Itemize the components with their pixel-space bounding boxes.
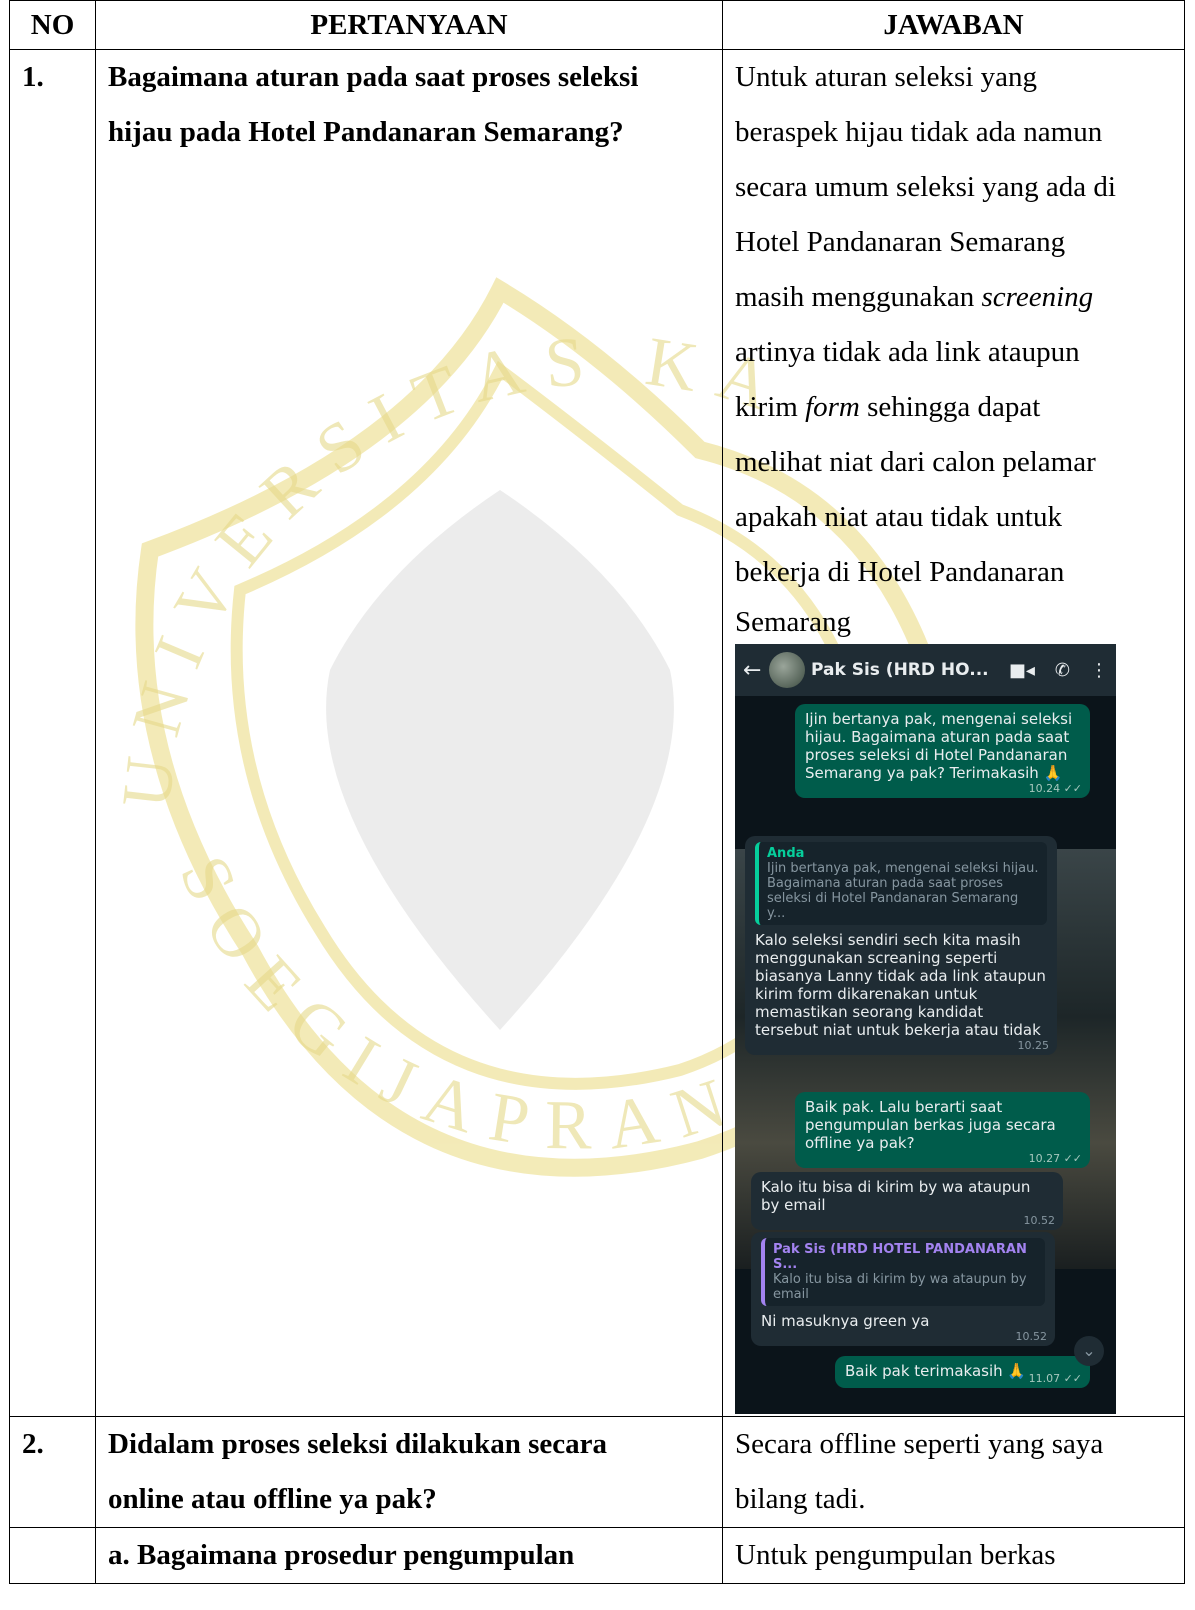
message-time: 10.24 ✓✓ — [1028, 782, 1082, 795]
message-bubble: Baik pak. Lalu berarti saat pengumpulan … — [795, 1092, 1090, 1168]
message-time: 10.52 — [1023, 1214, 1056, 1227]
message-bubble: Pak Sis (HRD HOTEL PANDANARAN S... Kalo … — [751, 1232, 1055, 1346]
answer-italic-term: form — [805, 391, 860, 423]
answer-line: Secara offline seperti yang saya — [735, 1428, 1104, 1460]
message-bubble: Anda Ijin bertanya pak, mengenai seleksi… — [745, 836, 1057, 1055]
answer-line: Hotel Pandanaran Semarang — [735, 226, 1066, 258]
answer-cell: Untuk pengumpulan berkas — [722, 1527, 1185, 1584]
answer-line: melihat niat dari calon pelamar — [735, 446, 1096, 478]
message-text: Kalo itu bisa di kirim by wa ataupun by … — [761, 1178, 1031, 1214]
header-answer: JAWABAN — [722, 0, 1185, 50]
message-text: Ijin bertanya pak, mengenai seleksi hija… — [805, 710, 1073, 782]
question-line: Didalam proses seleksi dilakukan secara — [108, 1428, 607, 1460]
table-row: a. Bagaimana prosedur pengumpulan Untuk … — [9, 1527, 1185, 1584]
header-question: PERTANYAAN — [95, 0, 723, 50]
answer-line: Semarang — [735, 606, 851, 638]
message-text: Ni masuknya green ya — [761, 1312, 930, 1330]
qa-table: NO PERTANYAAN JAWABAN 1. Bagaimana atura… — [9, 0, 1185, 1584]
scroll-down-icon[interactable]: ⌄ — [1074, 1336, 1104, 1366]
quote-author: Pak Sis (HRD HOTEL PANDANARAN S... — [773, 1242, 1027, 1272]
table-row: 1. Bagaimana aturan pada saat proses sel… — [9, 49, 1185, 1417]
quote-text: Kalo itu bisa di kirim by wa ataupun by … — [773, 1272, 1027, 1302]
row-number: 2. — [9, 1416, 96, 1528]
phone-icon: ✆ — [1054, 659, 1070, 681]
more-icon: ⋮ — [1090, 659, 1108, 681]
answer-cell: Untuk aturan seleksi yang beraspek hijau… — [722, 49, 1185, 1417]
quote-author: Anda — [767, 846, 805, 861]
answer-italic-term: screening — [981, 281, 1094, 313]
message-text: Kalo seleksi sendiri sech kita masih men… — [755, 931, 1046, 1039]
answer-line: Untuk pengumpulan berkas — [735, 1539, 1056, 1571]
answer-line: beraspek hijau tidak ada namun — [735, 116, 1103, 148]
row-number: 1. — [9, 49, 96, 1417]
question-cell: Didalam proses seleksi dilakukan secara … — [95, 1416, 723, 1528]
answer-line: secara umum seleksi yang ada di — [735, 171, 1116, 203]
message-text: Baik pak. Lalu berarti saat pengumpulan … — [805, 1098, 1056, 1152]
avatar — [769, 652, 805, 688]
message-time: 10.25 — [1017, 1039, 1050, 1052]
quoted-message: Anda Ijin bertanya pak, mengenai seleksi… — [755, 842, 1047, 925]
answer-line: Untuk aturan seleksi yang — [735, 61, 1038, 93]
answer-text: kirim — [735, 391, 806, 423]
message-bubble: Kalo itu bisa di kirim by wa ataupun by … — [751, 1172, 1063, 1230]
back-arrow-icon: ← — [743, 657, 762, 683]
answer-line: masih menggunakan screening — [735, 270, 1180, 325]
answer-line: bekerja di Hotel Pandanaran — [735, 556, 1065, 588]
sub-question-cell: a. Bagaimana prosedur pengumpulan — [95, 1527, 723, 1584]
question-cell: Bagaimana aturan pada saat proses seleks… — [95, 49, 723, 1417]
quoted-message: Pak Sis (HRD HOTEL PANDANARAN S... Kalo … — [761, 1238, 1045, 1306]
answer-cell: Secara offline seperti yang saya bilang … — [722, 1416, 1185, 1528]
header-no: NO — [9, 0, 96, 50]
message-bubble: Ijin bertanya pak, mengenai seleksi hija… — [795, 704, 1090, 798]
contact-name: Pak Sis (HRD HO... — [811, 659, 989, 680]
answer-text: sehingga dapat — [859, 391, 1041, 423]
table-header-row: NO PERTANYAAN JAWABAN — [9, 0, 1185, 50]
answer-line: kirim form sehingga dapat — [735, 380, 1180, 435]
question-line: Bagaimana aturan pada saat proses seleks… — [108, 61, 639, 93]
message-time: 10.52 — [1015, 1330, 1048, 1343]
chat-header: ← Pak Sis (HRD HO... ■◂ ✆ ⋮ — [735, 644, 1116, 696]
message-text: Baik pak terimakasih 🙏 — [845, 1362, 1027, 1380]
answer-line: artinya tidak ada link ataupun — [735, 336, 1080, 368]
message-bubble: Baik pak terimakasih 🙏 11.07 ✓✓ — [835, 1356, 1090, 1388]
answer-text: masih menggunakan — [735, 281, 982, 313]
video-call-icon: ■◂ — [1008, 659, 1035, 681]
question-line: hijau pada Hotel Pandanaran Semarang? — [108, 116, 624, 148]
message-time: 11.07 ✓✓ — [1028, 1372, 1082, 1385]
table-row: 2. Didalam proses seleksi dilakukan seca… — [9, 1416, 1185, 1528]
row-number — [9, 1527, 96, 1584]
answer-line: bilang tadi. — [735, 1483, 866, 1515]
answer-line: apakah niat atau tidak untuk — [735, 501, 1062, 533]
whatsapp-chat-screenshot: ← Pak Sis (HRD HO... ■◂ ✆ ⋮ Ijin bertany… — [735, 644, 1116, 1414]
quote-text: Ijin bertanya pak, mengenai seleksi hija… — [767, 861, 1039, 921]
question-line: online atau offline ya pak? — [108, 1483, 437, 1515]
message-time: 10.27 ✓✓ — [1028, 1152, 1082, 1165]
